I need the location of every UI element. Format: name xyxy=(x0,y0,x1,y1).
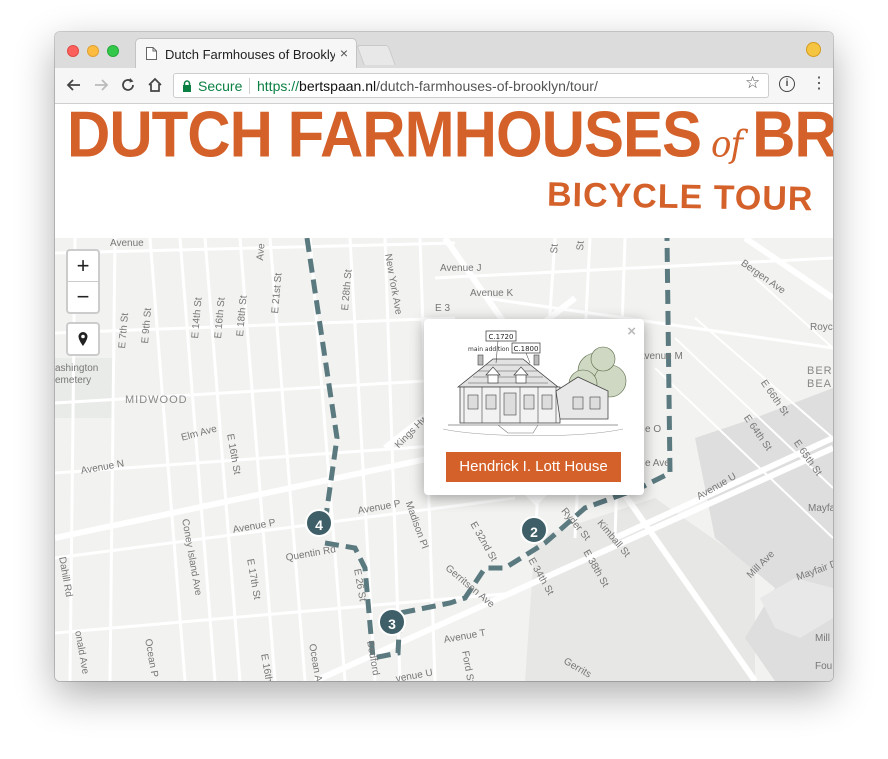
title-part-1: DUTCH FARMHOUSES xyxy=(67,104,702,171)
map-label: Fou xyxy=(815,661,833,672)
map-label: Avenue J xyxy=(440,263,482,274)
browser-window: Dutch Farmhouses of Brooklyn × Secure ht xyxy=(55,32,833,681)
address-bar[interactable]: Secure https://bertspaan.nl/dutch-farmho… xyxy=(173,73,769,98)
tab-title: Dutch Farmhouses of Brooklyn xyxy=(165,47,335,62)
map-label: St xyxy=(549,243,561,254)
map-label: St xyxy=(575,240,587,251)
bookmark-star-icon[interactable]: ☆ xyxy=(745,73,760,93)
map-label: ashington xyxy=(55,363,99,374)
tab-strip: Dutch Farmhouses of Brooklyn × xyxy=(55,32,833,68)
map-label: BEA xyxy=(807,378,833,390)
tab-close-icon[interactable]: × xyxy=(340,45,348,61)
info-icon[interactable]: i xyxy=(779,76,795,92)
map-label: Avenue xyxy=(110,238,144,249)
route-marker-4[interactable]: 4 xyxy=(305,509,333,537)
home-icon[interactable] xyxy=(145,75,165,95)
location-pin-icon xyxy=(78,332,88,346)
popup-tip xyxy=(524,494,548,506)
title-part-2: BROOKLYN xyxy=(752,104,833,171)
title-banner: DUTCH FARMHOUSESofBROOKLYN BICYCLE TOUR xyxy=(55,104,833,238)
title-of: of xyxy=(711,123,743,167)
sketch-label-1: C.1720 xyxy=(489,333,514,341)
browser-tab[interactable]: Dutch Farmhouses of Brooklyn × xyxy=(135,38,357,68)
page-subtitle: BICYCLE TOUR xyxy=(546,175,814,219)
map-label: e Ave xyxy=(645,458,670,469)
lock-icon xyxy=(183,80,191,92)
back-arrow-icon[interactable] xyxy=(64,75,84,95)
map-label: E 3 xyxy=(435,303,451,314)
omnibox-divider xyxy=(249,78,250,94)
page-viewport: DUTCH FARMHOUSESofBROOKLYN BICYCLE TOUR xyxy=(55,104,833,681)
map-label: BERG xyxy=(807,365,833,377)
map[interactable]: Avenue E 7th St E 9th St E 14th St E 16t… xyxy=(55,238,833,681)
extension-emoji-icon[interactable] xyxy=(806,42,821,57)
route-marker-3[interactable]: 3 xyxy=(378,608,406,636)
map-label: MIDWOOD xyxy=(125,394,188,406)
map-popup: × C.1720 main addition C.1800 Hendrick I… xyxy=(424,319,644,495)
map-label: e O xyxy=(645,424,662,435)
url-host: bertspaan.nl xyxy=(299,78,377,94)
map-label: emetery xyxy=(55,375,92,386)
close-window-button[interactable] xyxy=(67,45,79,57)
page-title: DUTCH FARMHOUSESofBROOKLYN xyxy=(67,104,833,172)
map-label: Avenue K xyxy=(470,288,514,299)
new-tab-button[interactable] xyxy=(356,45,396,65)
zoom-out-button[interactable]: − xyxy=(68,282,98,312)
forward-arrow-icon[interactable] xyxy=(91,75,111,95)
browser-toolbar: Secure https://bertspaan.nl/dutch-farmho… xyxy=(55,68,833,104)
browser-menu-icon[interactable]: ⋮ xyxy=(811,75,827,93)
url-text[interactable]: https://bertspaan.nl/dutch-farmhouses-of… xyxy=(257,78,598,94)
url-path: /dutch-farmhouses-of-brooklyn/tour/ xyxy=(376,78,598,94)
locate-button[interactable] xyxy=(66,322,100,356)
map-label: Avenue M xyxy=(638,351,683,362)
zoom-control: + − xyxy=(66,249,100,314)
map-label: Mill xyxy=(815,633,830,644)
minimize-window-button[interactable] xyxy=(87,45,99,57)
sketch-label-3: C.1800 xyxy=(514,345,539,353)
map-label: Ave xyxy=(255,243,268,261)
reload-icon[interactable] xyxy=(118,75,138,95)
house-name-button[interactable]: Hendrick I. Lott House xyxy=(446,452,621,482)
zoom-in-button[interactable]: + xyxy=(68,251,98,282)
document-icon xyxy=(146,47,157,60)
map-label: Mayfair xyxy=(808,503,833,514)
sketch-label-2: main addition xyxy=(468,346,510,353)
url-scheme: https:// xyxy=(257,78,300,94)
maximize-window-button[interactable] xyxy=(107,45,119,57)
map-label: Royce xyxy=(810,322,833,333)
route-marker-2[interactable]: 2 xyxy=(520,516,548,544)
secure-label: Secure xyxy=(198,78,243,94)
house-sketch-image: C.1720 main addition C.1800 xyxy=(442,330,627,436)
